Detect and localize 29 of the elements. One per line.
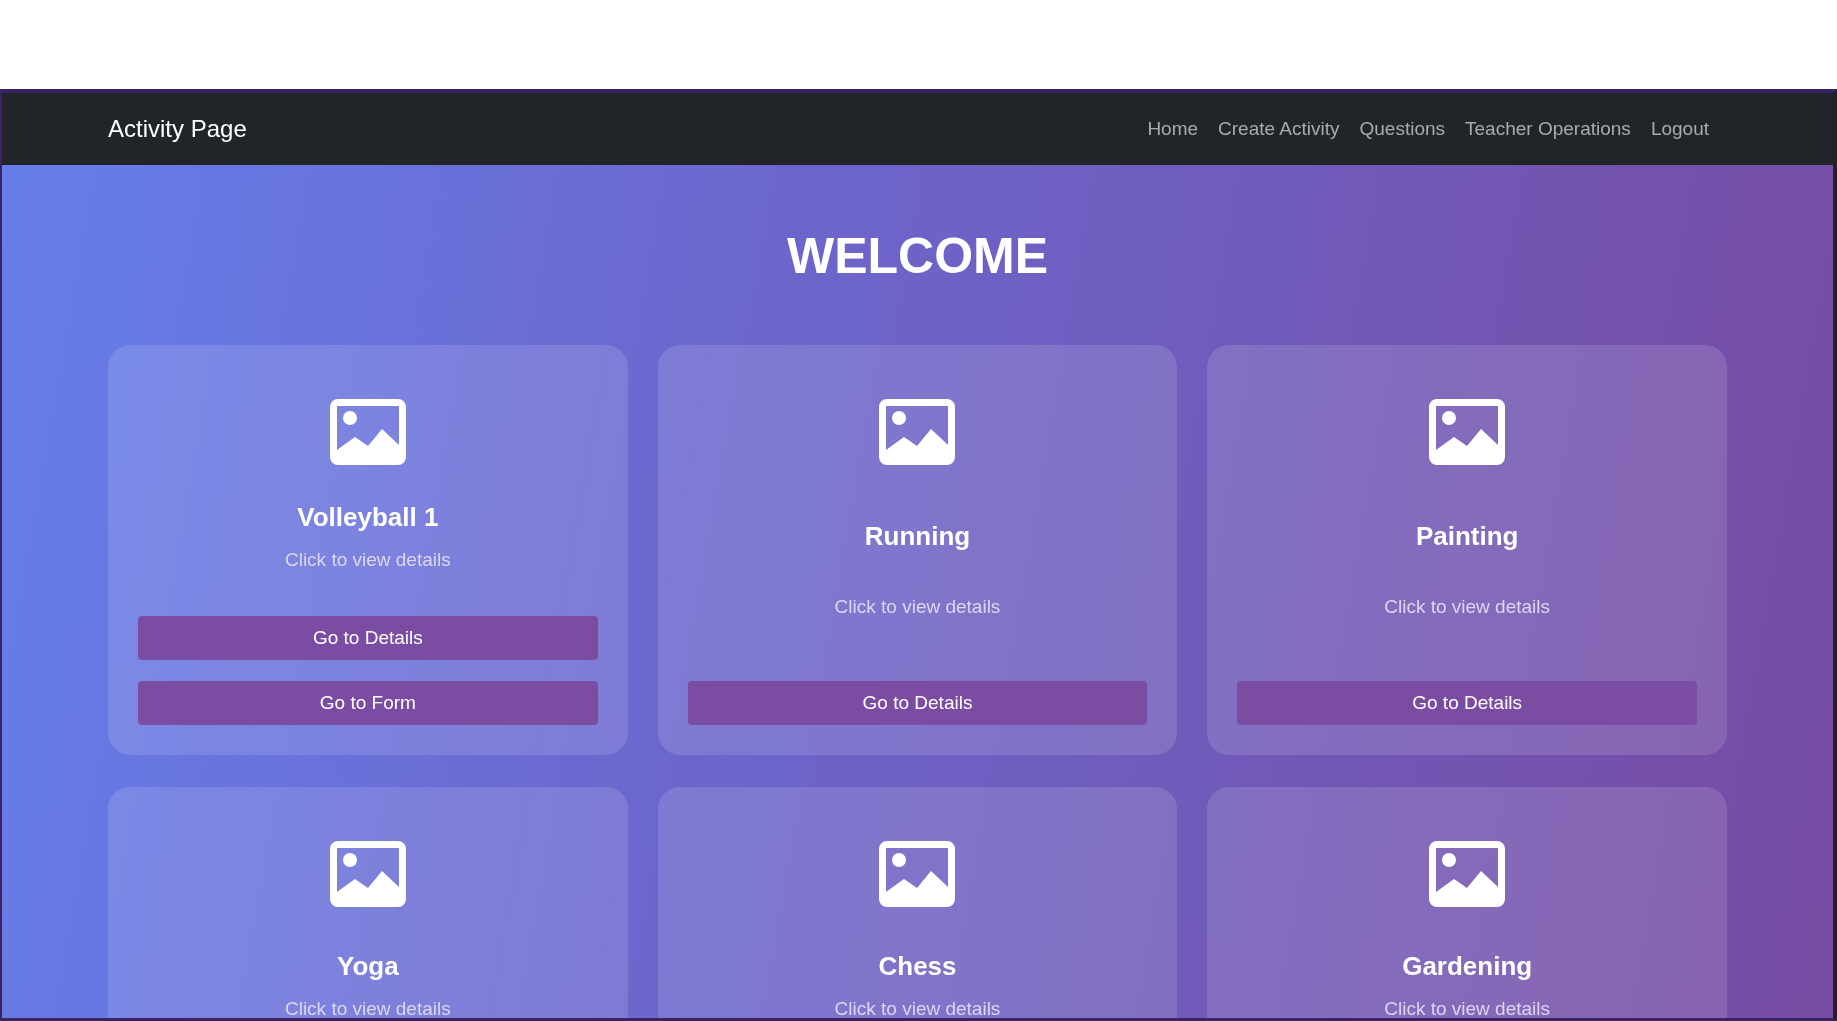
activity-title: Chess bbox=[878, 951, 957, 982]
activity-title: Gardening bbox=[1402, 951, 1533, 982]
activity-title: Volleyball 1 bbox=[297, 502, 439, 533]
action-button[interactable]: Go to Form bbox=[138, 681, 598, 725]
activity-subtitle: Click to view details bbox=[1384, 595, 1551, 618]
image-icon bbox=[879, 399, 956, 465]
image-icon bbox=[1429, 841, 1506, 907]
activity-subtitle: Click to view details bbox=[834, 595, 1001, 618]
image-icon bbox=[329, 399, 406, 465]
image-icon bbox=[1429, 399, 1506, 465]
nav-link[interactable]: Teacher Operations bbox=[1465, 118, 1631, 140]
image-icon bbox=[879, 841, 956, 907]
activity-title: Yoga bbox=[337, 951, 399, 982]
action-button[interactable]: Go to Details bbox=[687, 681, 1148, 725]
activity-subtitle: Click to view details bbox=[284, 549, 451, 571]
action-button[interactable]: Go to Details bbox=[1237, 681, 1697, 725]
activity-subtitle: Click to view details bbox=[834, 998, 1001, 1018]
activity-subtitle: Click to view details bbox=[284, 998, 451, 1018]
image-icon bbox=[329, 841, 406, 907]
nav-link[interactable]: Questions bbox=[1359, 118, 1446, 140]
nav-link[interactable]: Create Activity bbox=[1218, 118, 1340, 140]
action-button[interactable]: Go to Details bbox=[138, 616, 598, 660]
activity-title: Painting bbox=[1415, 520, 1519, 552]
brand-title[interactable]: Activity Page bbox=[108, 115, 247, 143]
welcome-heading: WELCOME bbox=[785, 227, 1050, 285]
activity-title: Running bbox=[864, 520, 971, 552]
activity-subtitle: Click to view details bbox=[1384, 998, 1551, 1018]
nav-link[interactable]: Logout bbox=[1650, 118, 1709, 140]
nav-link[interactable]: Home bbox=[1147, 118, 1199, 140]
